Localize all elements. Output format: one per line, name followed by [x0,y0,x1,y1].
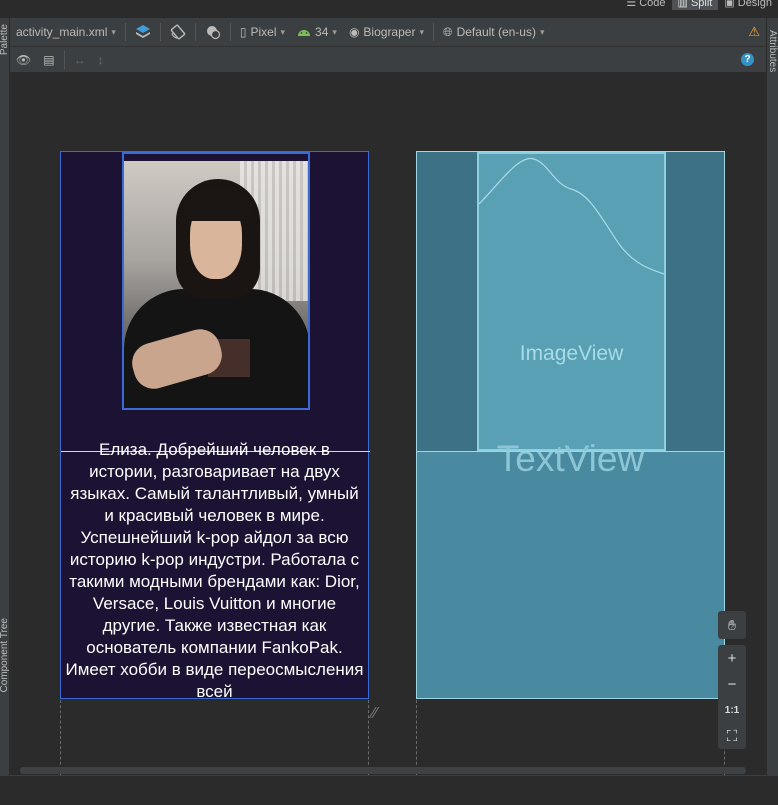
hand-icon: ✋︎ [728,616,736,633]
android-icon [298,30,311,36]
separator [159,23,161,41]
design-mode-button[interactable]: ▣ Design [718,0,778,10]
arrows-vertical-icon: ↕ [97,52,104,67]
device-select[interactable]: ▯ Pixel ▾ [234,18,291,46]
theme-select[interactable]: ◉ Biograper ▾ [343,18,430,46]
chevron-down-icon: ▾ [539,26,545,37]
device-outline [416,700,417,775]
api-level-select[interactable]: 34 ▾ [291,18,343,46]
guides-icon: ▤ [43,52,55,67]
theme-icon: ◉ [348,25,360,39]
photo-bangs [184,187,250,221]
api-level-label: 34 [315,25,329,39]
split-mode-button[interactable]: ▥ Split [671,0,719,10]
zoom-group: + − 1:1 ⛶ [718,645,746,749]
split-mode-label: Split [690,0,713,9]
design-mode-label: Design [737,0,772,9]
zoom-to-fit-button[interactable]: ⛶ [718,723,746,749]
code-icon: ☰ [626,0,637,9]
device-outline [60,700,61,775]
right-tool-strip: Attributes [766,18,778,775]
component-tree-tab[interactable]: Component Tree [0,618,10,693]
separator [124,23,126,41]
warning-icon[interactable]: ⚠ [748,24,766,40]
globe-icon: 🌐︎ [442,24,453,39]
chevron-down-icon: ▾ [332,26,337,37]
eye-icon: 👁︎ [16,52,32,67]
image-view-label: ImageView [519,342,624,365]
zoom-controls: ✋︎ + − 1:1 ⛶ [718,611,746,749]
palette-tab-label: Palette [0,24,10,56]
resize-handle-icon[interactable]: ⁄⁄ [372,705,377,723]
split-icon: ▥ [677,0,688,9]
chevron-down-icon: ▾ [419,26,424,37]
description-text-view[interactable]: Елиза. Добрейший человек в истории, разг… [61,439,368,698]
blueprint-image-view[interactable]: ImageView [477,152,666,451]
orientation-button[interactable] [164,18,192,46]
device-outline [368,700,369,775]
horizontal-scrollbar[interactable] [20,767,746,774]
phone-icon: ▯ [239,25,247,39]
blueprint-guide-line [417,451,724,452]
attributes-tab[interactable]: Attributes [767,30,778,72]
attributes-tab-label: Attributes [767,30,778,73]
design-preview[interactable]: Елиза. Добрейший человек в истории, разг… [60,151,370,699]
separator [194,23,196,41]
circles-icon [206,26,220,40]
arrows-horizontal-icon: ↔ [73,52,86,67]
horizontal-constraint-button[interactable]: ↔ [68,47,92,73]
view-options-button[interactable]: 👁︎ [10,47,37,73]
locale-label: Default (en-us) [456,25,536,39]
text-view-label: TextView [496,438,645,479]
separator [63,50,65,69]
zoom-out-button[interactable]: − [718,671,746,697]
layout-guides-button[interactable]: ▤ [37,47,60,73]
chevron-down-icon: ▾ [111,26,116,37]
zoom-actual-size-button[interactable]: 1:1 [718,697,746,723]
theme-label: Biograper [363,25,416,39]
night-mode-button[interactable] [199,18,227,46]
code-mode-button[interactable]: ☰ Code [620,0,671,10]
pan-button[interactable]: ✋︎ [718,611,746,639]
palette-tab[interactable]: Palette [0,24,10,55]
bottom-status-bar [0,775,778,805]
portrait-photo [124,161,308,408]
locale-select[interactable]: 🌐︎ Default (en-us) ▾ [437,18,551,46]
code-mode-label: Code [639,0,666,9]
view-mode-switcher: ☰ Code ▥ Split ▣ Design [620,0,778,10]
design-canvas[interactable]: Елиза. Добрейший человек в истории, разг… [10,73,766,775]
component-tree-tab-label: Component Tree [0,618,10,693]
minus-icon: − [727,675,737,693]
file-select[interactable]: activity_main.xml ▾ [10,18,122,46]
actual-size-label: 1:1 [724,704,740,716]
vertical-constraint-button[interactable]: ↕ [92,47,110,73]
view-options-toolbar: 👁︎ ▤ ↔ ↕ ? [10,46,766,73]
rotate-icon [170,24,186,40]
image-view-selected[interactable] [122,152,310,410]
zoom-in-button[interactable]: + [718,645,746,671]
file-name: activity_main.xml [16,25,108,39]
image-icon: ▣ [724,0,735,9]
fit-screen-icon: ⛶ [726,727,738,745]
separator [229,23,231,41]
chevron-down-icon: ▾ [280,26,286,37]
left-tool-strip: Palette Component Tree [0,18,10,775]
design-surface-button[interactable] [129,18,157,46]
layout-editor-toolbar: activity_main.xml ▾ ▯ Pixel ▾ 34 ▾ ◉ Bio… [10,18,766,46]
separator [432,23,434,41]
blueprint-preview[interactable]: ImageView TextView [416,151,725,699]
help-icon[interactable]: ? [741,53,754,66]
device-label: Pixel [250,25,277,39]
image-placeholder-icon [479,157,664,275]
layers-icon [135,25,150,38]
plus-icon: + [727,649,737,667]
